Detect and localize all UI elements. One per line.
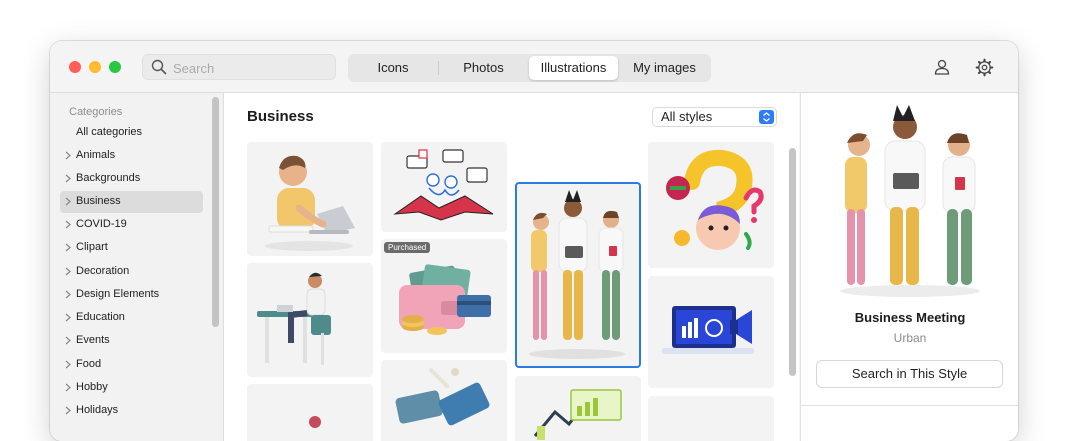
chevron-right-icon (65, 336, 71, 345)
sidebar-item-business[interactable]: Business (60, 191, 203, 213)
detail-title: Business Meeting (854, 310, 966, 325)
illustration-thumbnail (265, 155, 355, 251)
illustration-thumbnail (666, 149, 764, 250)
page-title: Business (247, 108, 314, 125)
illustration-thumbnail (257, 272, 331, 365)
sidebar-item-label: Business (76, 195, 121, 207)
content-type-tabs: Icons Photos Illustrations My images (348, 54, 711, 82)
sidebar-item-label: All categories (76, 126, 143, 138)
partial-illustration[interactable] (648, 396, 774, 441)
wallet-with-coins-illustration[interactable]: Purchased (381, 239, 507, 353)
illustration-thumbnail (529, 190, 625, 359)
sidebar-item-label: COVID-19 (76, 218, 127, 230)
sidebar-item-label: Education (76, 311, 125, 323)
sidebar-item-hobby[interactable]: Hobby (60, 377, 203, 399)
chevron-updown-icon (763, 112, 770, 122)
chevron-right-icon (65, 151, 71, 160)
select-stepper (759, 110, 774, 124)
sidebar-item-education[interactable]: Education (60, 307, 203, 329)
tab-photos[interactable]: Photos (440, 56, 527, 80)
content-scrollbar[interactable] (789, 148, 796, 376)
man-at-desk-illustration[interactable] (247, 263, 373, 377)
computer-with-megaphone-illustration[interactable] (648, 276, 774, 388)
style-filter-value: All styles (661, 109, 713, 124)
sidebar-item-label: Holidays (76, 404, 119, 416)
divider (801, 405, 1018, 406)
sidebar-item-decoration[interactable]: Decoration (60, 261, 203, 283)
partial-illustration[interactable] (247, 384, 373, 441)
sidebar-item-covid-19[interactable]: COVID-19 (60, 214, 203, 236)
business-meeting-illustration[interactable] (515, 182, 641, 368)
categories-heading: Categories (69, 106, 123, 118)
sidebar-item-holidays[interactable]: Holidays (60, 400, 203, 422)
chevron-right-icon (65, 383, 71, 392)
sidebar-item-clipart[interactable]: Clipart (60, 237, 203, 259)
illustration-thumbnail (393, 149, 494, 221)
sidebar-item-label: Food (76, 358, 102, 370)
search-field[interactable] (142, 54, 336, 80)
people-chatting-illustration[interactable] (381, 142, 507, 232)
chevron-right-icon (65, 406, 71, 415)
illustration-thumbnail (395, 368, 490, 426)
sidebar-item-all-categories[interactable]: All categories (60, 122, 203, 144)
search-in-style-button[interactable]: Search in This Style (816, 360, 1003, 388)
chevron-right-icon (65, 313, 71, 322)
illustration-thumbnail (662, 306, 754, 354)
person-icon[interactable] (933, 58, 951, 76)
zoom-window-button[interactable] (109, 61, 121, 73)
sidebar-item-label: Hobby (76, 381, 108, 393)
chevron-right-icon (65, 243, 71, 252)
sidebar-item-events[interactable]: Events (60, 330, 203, 352)
sidebar-item-animals[interactable]: Animals (60, 145, 203, 167)
search-input[interactable] (171, 58, 335, 78)
chevron-right-icon (65, 197, 71, 206)
chevron-right-icon (65, 220, 71, 229)
detail-style-name: Urban (893, 331, 927, 345)
image-browser: Business All styles Purchased (224, 93, 799, 441)
sidebar-item-backgrounds[interactable]: Backgrounds (60, 168, 203, 190)
selected-illustration-preview (840, 105, 980, 297)
tab-divider (438, 61, 439, 75)
sidebar-item-design-elements[interactable]: Design Elements (60, 284, 203, 306)
sidebar-item-label: Backgrounds (76, 172, 141, 184)
style-filter-select[interactable]: All styles (652, 107, 777, 127)
categories-sidebar: Categories All categories Animals Backgr… (50, 93, 224, 441)
toolbar: Icons Photos Illustrations My images (50, 41, 1018, 93)
chevron-right-icon (65, 174, 71, 183)
illustration-thumbnail (399, 264, 491, 335)
tab-my-images[interactable]: My images (620, 56, 709, 80)
chevron-right-icon (65, 267, 71, 276)
gear-icon[interactable] (975, 58, 994, 77)
illustration-thumbnail (309, 416, 321, 428)
sidebar-item-label: Animals (76, 149, 116, 161)
tab-illustrations[interactable]: Illustrations (529, 56, 618, 80)
detail-panel: Business Meeting Urban Search in This St… (800, 93, 1018, 441)
sidebar-item-label: Design Elements (76, 288, 160, 300)
question-mark-illustration[interactable] (648, 142, 774, 268)
sidebar-item-label: Decoration (76, 265, 130, 277)
man-with-laptop-illustration[interactable] (247, 142, 373, 256)
sidebar-item-food[interactable]: Food (60, 354, 203, 376)
chevron-right-icon (65, 360, 71, 369)
sidebar-scrollbar[interactable] (212, 97, 219, 327)
tab-icons[interactable]: Icons (350, 56, 436, 80)
sidebar-item-label: Clipart (76, 241, 108, 253)
minimize-window-button[interactable] (89, 61, 101, 73)
credit-card-illustration[interactable] (381, 360, 507, 441)
search-icon (151, 59, 167, 75)
purchased-badge: Purchased (384, 242, 431, 253)
app-window: Icons Photos Illustrations My images Cat… (50, 41, 1018, 441)
close-window-button[interactable] (69, 61, 81, 73)
chevron-right-icon (65, 290, 71, 299)
sidebar-item-label: Events (76, 334, 110, 346)
